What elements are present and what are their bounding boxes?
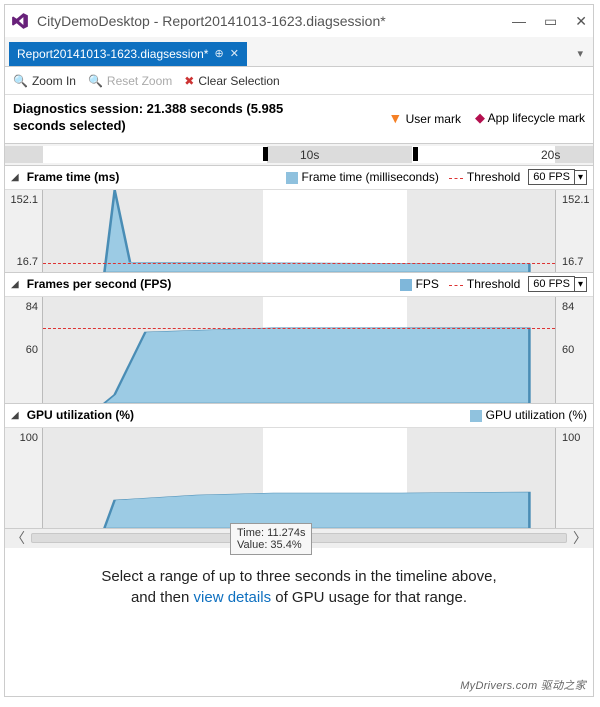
toolbar: 🔍Zoom In 🔍Reset Zoom ✖Clear Selection xyxy=(5,67,593,95)
plot-area[interactable] xyxy=(43,428,555,528)
tab-overflow-icon[interactable]: ▾ xyxy=(571,47,589,60)
series-swatch xyxy=(470,410,482,422)
chart-title: Frames per second (FPS) xyxy=(27,277,172,291)
chevron-down-icon: ▾ xyxy=(575,277,587,292)
watermark: MyDrivers.com 驱动之家 xyxy=(460,677,586,693)
close-icon[interactable]: ✕ xyxy=(230,47,239,60)
ruler-10s: 10s xyxy=(300,148,319,162)
clear-selection-button[interactable]: ✖Clear Selection xyxy=(184,74,279,88)
plot-area[interactable] xyxy=(43,190,555,272)
y-axis-right: 100 xyxy=(555,428,593,528)
view-details-link[interactable]: view details xyxy=(194,589,272,606)
tooltip-time: Time: 11.274s xyxy=(237,527,305,539)
chart-gpu: ◢ GPU utilization (%) GPU utilization (%… xyxy=(5,404,593,528)
chart-title: GPU utilization (%) xyxy=(27,408,134,422)
maximize-button[interactable]: ▭ xyxy=(544,13,557,30)
y-axis-left: 152.116.7 xyxy=(5,190,43,272)
y-axis-right: 152.116.7 xyxy=(555,190,593,272)
zoom-in-icon: 🔍 xyxy=(13,74,28,88)
collapse-icon[interactable]: ◢ xyxy=(11,172,19,183)
plot-area[interactable] xyxy=(43,297,555,403)
series-swatch xyxy=(286,172,298,184)
collapse-icon[interactable]: ◢ xyxy=(11,410,19,421)
scroll-right-icon[interactable]: 〉 xyxy=(567,528,593,548)
chart-fps: ◢ Frames per second (FPS) FPS Threshold … xyxy=(5,273,593,404)
visual-studio-icon xyxy=(11,12,29,30)
tooltip-value: Value: 35.4% xyxy=(237,539,305,551)
user-mark-icon: ▼ xyxy=(388,110,402,126)
window-title: CityDemoDesktop - Report20141013-1623.di… xyxy=(37,13,512,29)
series-swatch xyxy=(400,279,412,291)
y-axis-left: 8460 xyxy=(5,297,43,403)
chart-title: Frame time (ms) xyxy=(27,170,120,184)
hover-tooltip: Time: 11.274s Value: 35.4% xyxy=(230,523,312,555)
tab-report[interactable]: Report20141013-1623.diagsession* ⊕ ✕ xyxy=(9,42,247,66)
legend-marks: ▼ User mark ◆ App lifecycle mark xyxy=(388,110,585,126)
app-name: CityDemoDesktop xyxy=(37,13,150,29)
hint-message: Select a range of up to three seconds in… xyxy=(5,548,593,616)
clear-icon: ✖ xyxy=(184,74,194,88)
lifecycle-mark-icon: ◆ xyxy=(475,110,485,125)
fps-select[interactable]: 60 FPS▾ xyxy=(528,169,587,185)
timeline-scrollbar[interactable]: 〈 〉 Time: 11.274s Value: 35.4% xyxy=(5,528,593,548)
tab-label: Report20141013-1623.diagsession* xyxy=(17,47,208,61)
threshold-swatch xyxy=(449,178,463,179)
zoom-in-button[interactable]: 🔍Zoom In xyxy=(13,74,76,88)
app-window: CityDemoDesktop - Report20141013-1623.di… xyxy=(4,4,594,697)
titlebar: CityDemoDesktop - Report20141013-1623.di… xyxy=(5,5,593,37)
session-text: Diagnostics session: 21.388 seconds (5.9… xyxy=(13,101,333,135)
document-tabbar: Report20141013-1623.diagsession* ⊕ ✕ ▾ xyxy=(5,37,593,67)
doc-name: Report20141013-1623.diagsession* xyxy=(162,13,385,29)
collapse-icon[interactable]: ◢ xyxy=(11,279,19,290)
y-axis-left: 100 xyxy=(5,428,43,528)
scroll-left-icon[interactable]: 〈 xyxy=(5,528,31,548)
timeline-ruler[interactable]: 10s 20s xyxy=(5,144,593,166)
pin-icon[interactable]: ⊕ xyxy=(214,47,223,60)
chevron-down-icon: ▾ xyxy=(575,170,587,185)
zoom-out-icon: 🔍 xyxy=(88,74,103,88)
minimize-button[interactable]: — xyxy=(512,13,526,30)
chart-frame-time: ◢ Frame time (ms) Frame time (millisecon… xyxy=(5,166,593,273)
close-button[interactable]: ✕ xyxy=(575,13,587,30)
session-info-row: Diagnostics session: 21.388 seconds (5.9… xyxy=(5,95,593,144)
reset-zoom-button[interactable]: 🔍Reset Zoom xyxy=(88,74,172,88)
threshold-swatch xyxy=(449,285,463,286)
fps-select[interactable]: 60 FPS▾ xyxy=(528,276,587,292)
ruler-20s: 20s xyxy=(541,148,560,162)
y-axis-right: 8460 xyxy=(555,297,593,403)
